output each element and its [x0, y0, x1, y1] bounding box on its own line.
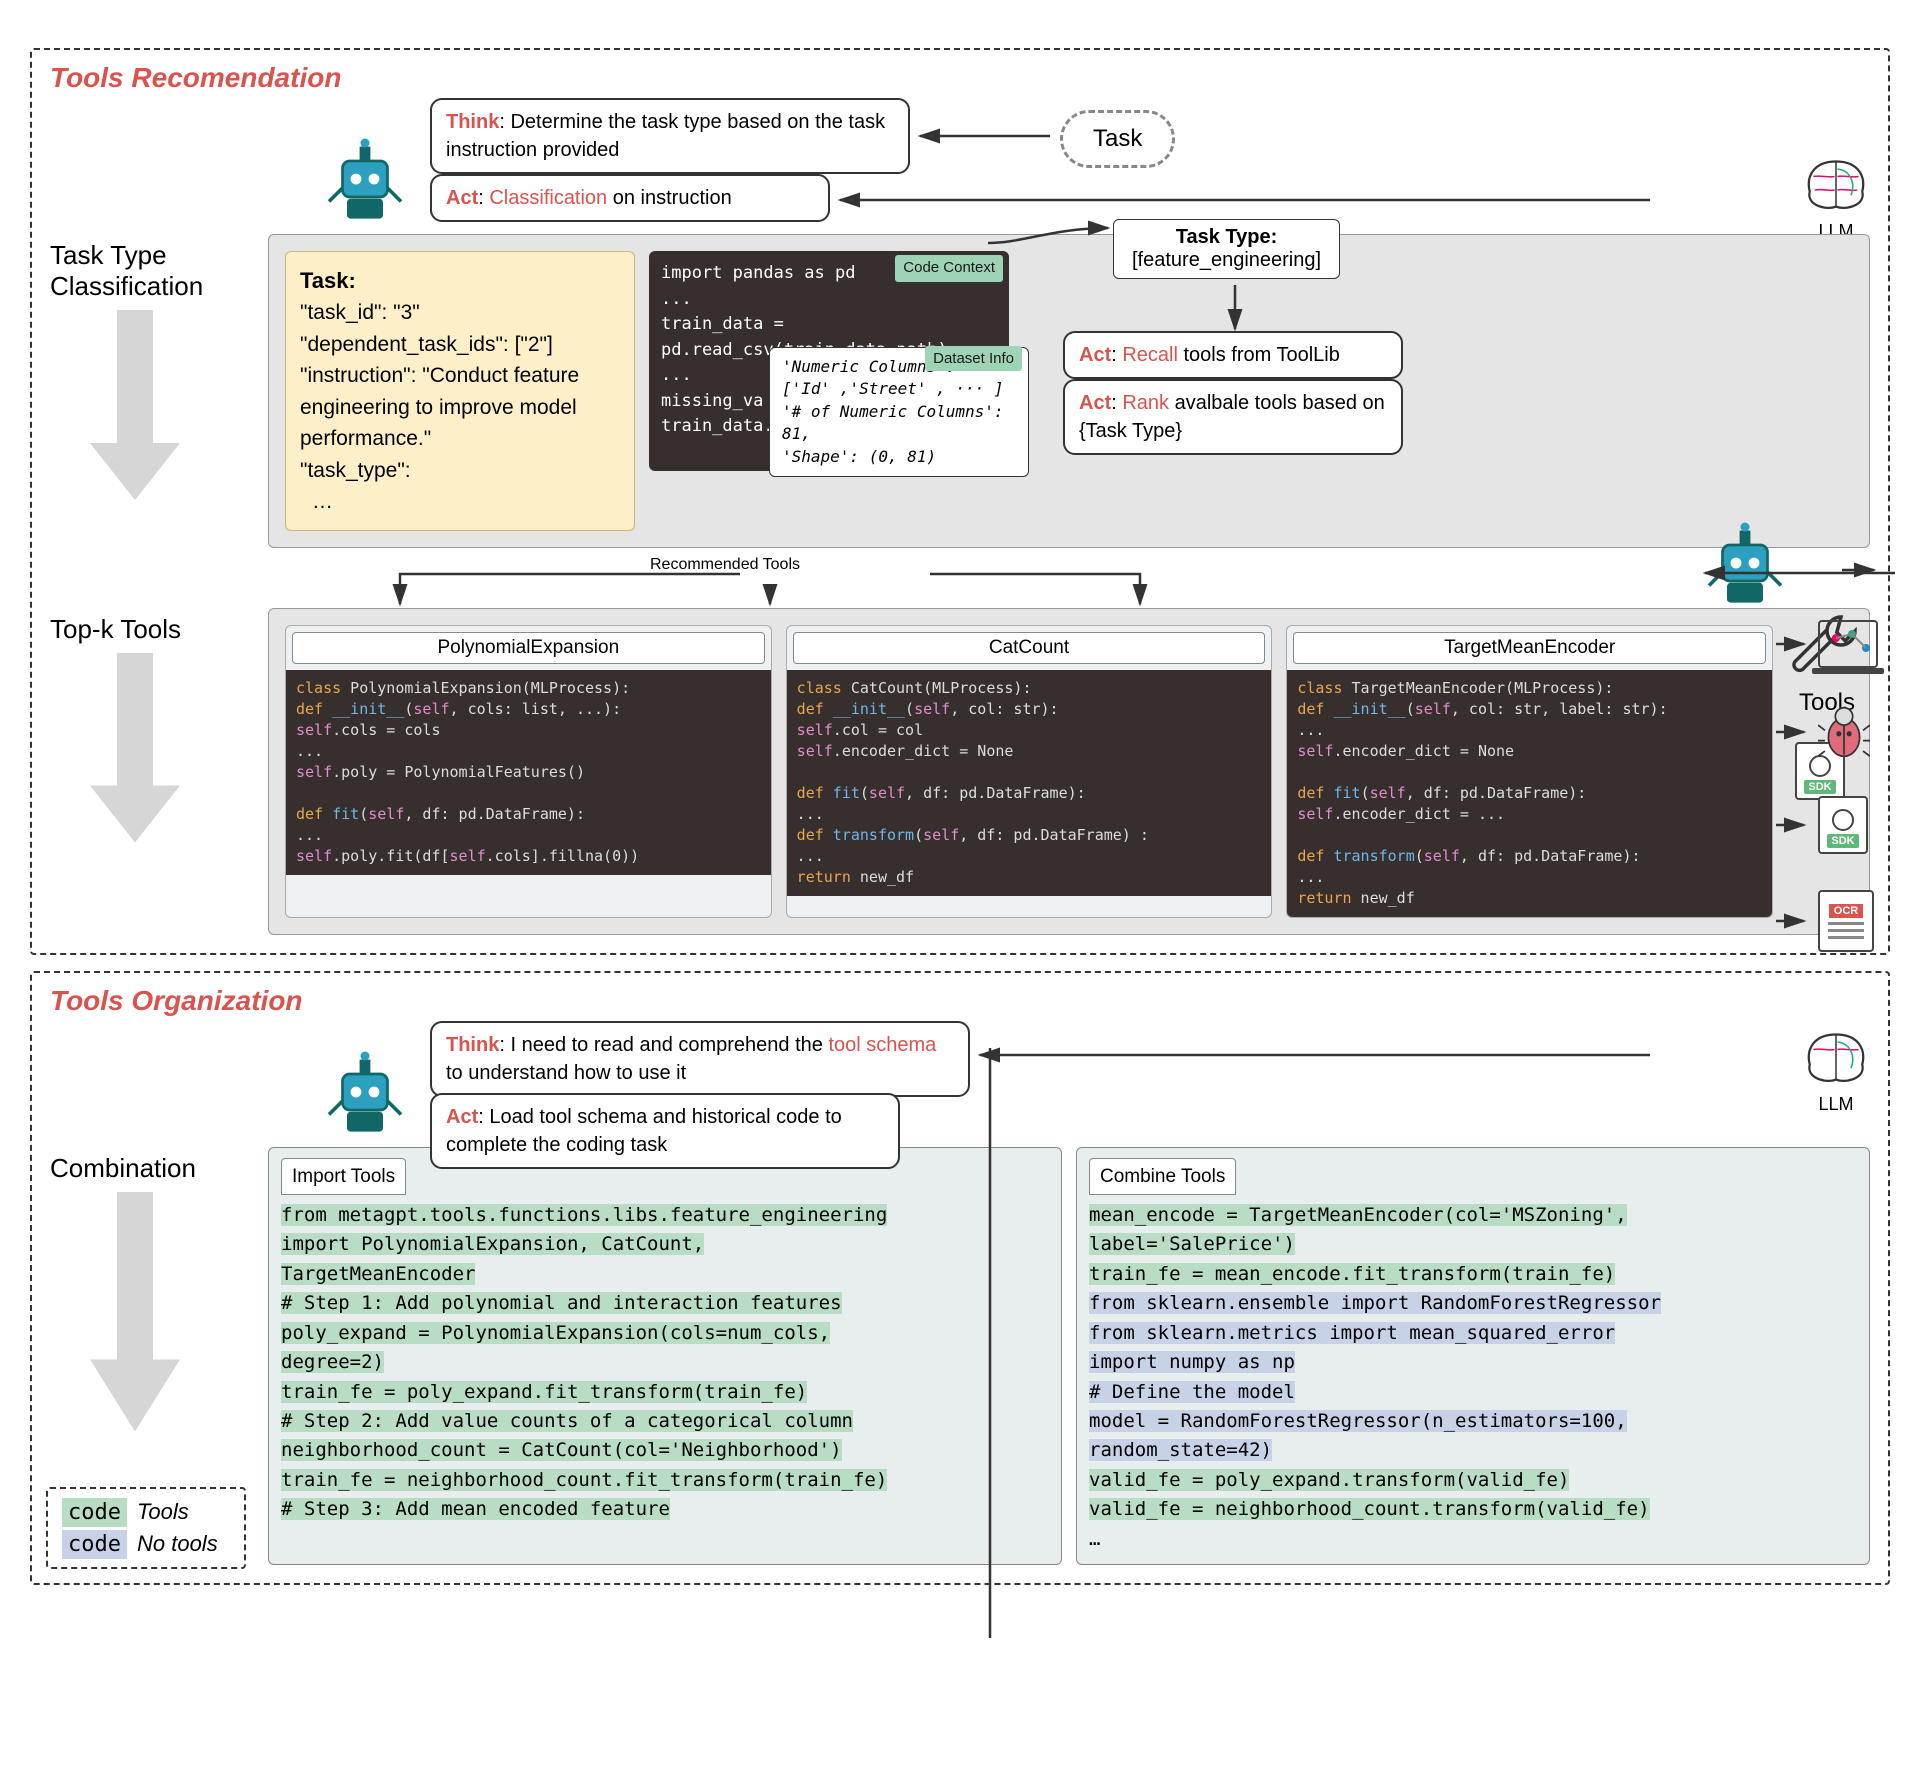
llm-icon: LLM: [1796, 154, 1876, 242]
laptop-icon: [1818, 620, 1878, 668]
robot-icon: [320, 1047, 410, 1137]
section1-title: Tools Recomendation: [50, 62, 1870, 94]
tools-recommendation-section: Tools Recomendation Think: Determine the…: [30, 48, 1890, 955]
import-tools-panel: Import Tools from metagpt.tools.function…: [268, 1147, 1062, 1566]
act-rank-bubble: Act: Rank avalbale tools based on {Task …: [1063, 379, 1403, 455]
tool-card-catcount: CatCount class CatCount(MLProcess): def …: [786, 625, 1273, 918]
bug-icon: [1818, 704, 1870, 760]
section2-title: Tools Organization: [50, 985, 1870, 1017]
code-lines: from metagpt.tools.functions.libs.featur…: [281, 1201, 1049, 1525]
down-arrow-icon: [90, 653, 180, 843]
tool-code: class CatCount(MLProcess): def __init__(…: [787, 670, 1272, 896]
tool-card-targetmean: TargetMeanEncoder class TargetMeanEncode…: [1286, 625, 1773, 918]
task-type-box: Task Type: [feature_engineering]: [1113, 219, 1340, 279]
task-cloud: Task: [1060, 110, 1175, 168]
classification-panel: Task: "task_id": "3" "dependent_task_ids…: [268, 234, 1870, 548]
think-bubble-1: Think: Determine the task type based on …: [430, 98, 910, 174]
llm-icon: LLM: [1796, 1027, 1876, 1115]
task-card: Task: "task_id": "3" "dependent_task_ids…: [285, 251, 635, 531]
ocr-icon: OCR: [1818, 890, 1874, 952]
act-bubble-2: Act: Load tool schema and historical cod…: [430, 1093, 900, 1169]
step1-label: Task Type Classification: [50, 234, 230, 302]
down-arrow-icon: [90, 310, 180, 500]
topk-tools-panel: PolynomialExpansion class PolynomialExpa…: [268, 608, 1870, 935]
step2-label: Top-k Tools: [50, 608, 230, 645]
tool-card-polyexp: PolynomialExpansion class PolynomialExpa…: [285, 625, 772, 918]
think-bubble-2: Think: I need to read and comprehend the…: [430, 1021, 970, 1097]
robot-icon: [320, 134, 410, 224]
tools-organization-section: Tools Organization Think: I need to read…: [30, 971, 1890, 1586]
step3-label: Combination: [50, 1147, 230, 1184]
dataset-info-card: Dataset Info 'Numeric Columns': ['Id' ,'…: [769, 347, 1029, 477]
tool-code: class TargetMeanEncoder(MLProcess): def …: [1287, 670, 1772, 917]
act-bubble-1: Act: Classification on instruction: [430, 174, 830, 222]
combine-tools-panel: Combine Tools mean_encode = TargetMeanEn…: [1076, 1147, 1870, 1566]
legend: codeTools codeNo tools: [46, 1487, 246, 1569]
act-recall-bubble: Act: Recall tools from ToolLib: [1063, 331, 1403, 379]
tool-code: class PolynomialExpansion(MLProcess): de…: [286, 670, 771, 875]
code-lines: mean_encode = TargetMeanEncoder(col='MSZ…: [1089, 1201, 1857, 1554]
down-arrow-icon: [90, 1192, 180, 1432]
sdk-icon: SDK: [1818, 796, 1868, 854]
